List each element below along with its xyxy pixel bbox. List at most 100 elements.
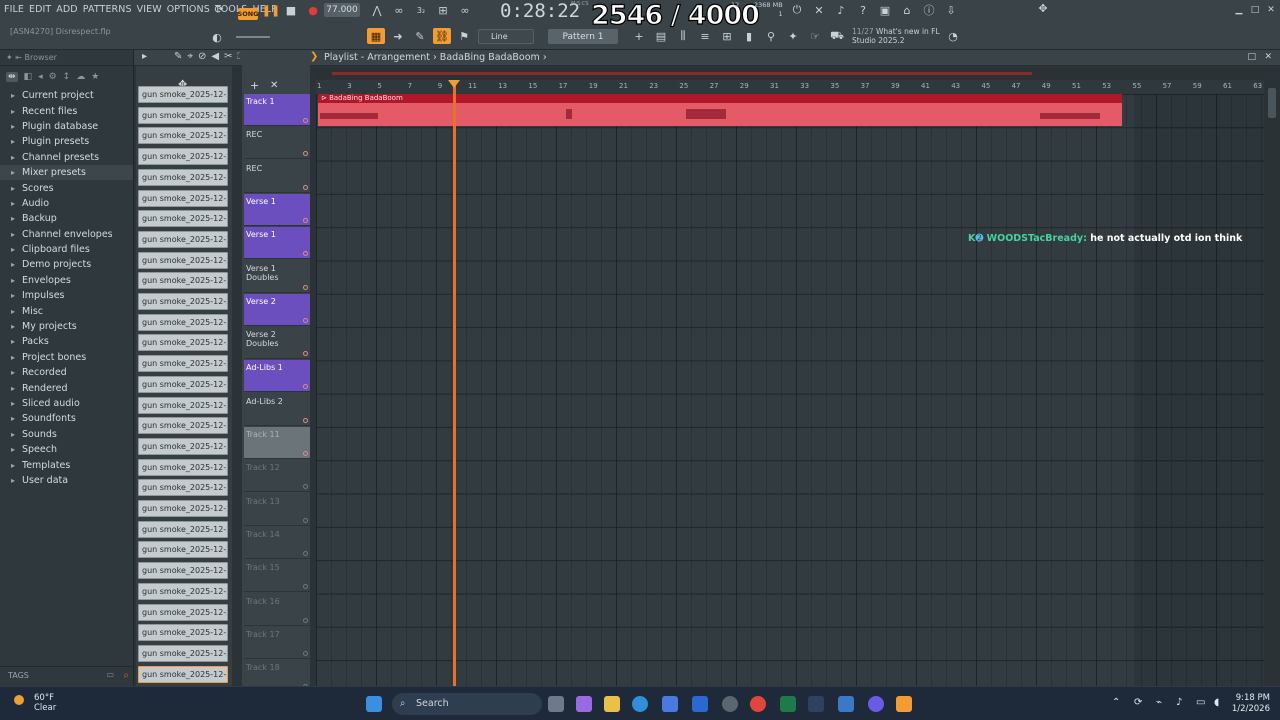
browser-item[interactable]: ▸ Channel envelopes (0, 227, 133, 242)
tray-network-icon[interactable]: ⌁ (1156, 697, 1162, 708)
cart-icon[interactable]: ⛟ (828, 28, 846, 44)
tray-sync-icon[interactable]: ⟳ (1134, 697, 1142, 708)
channel-button[interactable]: gun smoke_2025-12-29... (138, 396, 228, 414)
channel-button[interactable]: gun smoke_2025-12-29... (138, 541, 228, 559)
track-header[interactable]: Ad-Libs 1 (244, 360, 310, 393)
browser-item[interactable]: ▸ Sounds (0, 427, 133, 442)
help-icon[interactable]: ? (854, 2, 872, 18)
browser-gear-icon[interactable]: ⚙ (49, 72, 57, 82)
track-header[interactable]: Verse 1 Doubles (244, 261, 310, 293)
browser-item[interactable]: ▸ Envelopes (0, 273, 133, 288)
blend-icon[interactable]: ⊞ (434, 2, 452, 18)
track-header[interactable]: Track 11 (244, 427, 310, 459)
channel-button[interactable]: gun smoke_2025-12-29... (138, 375, 228, 393)
channel-button[interactable]: gun smoke_2025-12-29... (138, 334, 228, 352)
track-header[interactable]: Track 16 (244, 594, 310, 626)
track-mute-icon[interactable] (303, 184, 308, 190)
menu-patterns[interactable]: PATTERNS (83, 4, 132, 15)
touch-icon[interactable]: ☞ (806, 28, 824, 44)
channel-button[interactable]: gun smoke_2025-12-29... (138, 417, 228, 435)
channel-button[interactable]: gun smoke_2025-12-29... (138, 500, 228, 517)
track-mute-icon[interactable] (303, 451, 308, 456)
browser-item[interactable]: ▸ Templates (0, 457, 133, 472)
stamp-icon[interactable]: ⚑ (455, 28, 473, 44)
tools-icon[interactable]: ✕ (810, 2, 828, 18)
playlist-scroll-overview[interactable] (316, 68, 1264, 80)
playlist-maximize-icon[interactable]: □ (1247, 52, 1256, 62)
edge-icon[interactable] (632, 696, 648, 712)
tray-chevron-icon[interactable]: ⌃ (1112, 697, 1120, 708)
settings-icon[interactable] (722, 696, 738, 712)
power-icon[interactable]: ⏻ (788, 2, 806, 18)
browser-item[interactable]: ▸ Backup (0, 211, 133, 226)
track-header[interactable]: Track 17 (244, 627, 310, 659)
channel-button[interactable]: gun smoke_2025-12-29... (138, 603, 228, 621)
channel-button[interactable]: gun smoke_2025-12-29... (138, 562, 228, 580)
playhead[interactable] (453, 80, 456, 686)
track-header[interactable]: Track 13 (244, 494, 310, 526)
copilot-icon[interactable] (576, 696, 592, 712)
browser-item[interactable]: ▸ Audio (0, 196, 133, 211)
playlist-grid[interactable] (316, 94, 1264, 686)
tray-mic-icon[interactable]: ♪ (1176, 697, 1182, 708)
track-mute-icon[interactable] (303, 317, 308, 323)
download-icon[interactable]: ⇩ (942, 2, 960, 18)
track-header[interactable]: Track 14 (244, 527, 310, 559)
song-mode-button[interactable]: SONG (238, 8, 259, 20)
track-mute-icon[interactable] (303, 650, 308, 656)
track-header[interactable]: Track 1 (244, 94, 310, 126)
browser-item[interactable]: ▸ Mixer presets (0, 164, 133, 181)
weather-widget[interactable]: 60°F Clear (14, 693, 56, 713)
channel-button[interactable]: gun smoke_2025-12-29... (138, 644, 228, 662)
track-mute-icon[interactable] (303, 417, 308, 423)
browser-item[interactable]: ▸ Packs (0, 334, 133, 349)
browser-item[interactable]: ▸ Rendered (0, 380, 133, 395)
pause-icon[interactable]: ❚❚ (262, 2, 280, 18)
outlook-icon[interactable] (692, 696, 708, 712)
browser-item[interactable]: ▸ Clipboard files (0, 242, 133, 257)
record-icon[interactable]: ● (304, 2, 322, 18)
channel-button[interactable]: gun smoke_2025-12-29... (138, 230, 228, 248)
snap-select[interactable]: Line (478, 29, 534, 44)
info-icon[interactable]: ⓘ (920, 2, 938, 18)
tags-search-icon[interactable]: ⌕ (123, 670, 129, 681)
track-header[interactable]: REC (244, 127, 310, 160)
arrow-icon[interactable]: ➜ (389, 28, 407, 44)
browser-star-icon[interactable]: ★ (91, 72, 99, 82)
browser-item[interactable]: ▸ Sliced audio (0, 396, 133, 411)
steam-icon[interactable] (808, 696, 824, 712)
channel-button[interactable]: gun smoke_2025-12-29... (138, 210, 228, 228)
track-header[interactable]: Verse 2 (244, 293, 310, 326)
channel-button[interactable]: gun smoke_2025-12-29... (138, 437, 228, 455)
task-view-icon[interactable] (548, 696, 564, 712)
browser-item[interactable]: ▸ Speech (0, 442, 133, 457)
countdown-icon[interactable]: 3₂ (412, 2, 430, 18)
track-mute-icon[interactable] (303, 351, 308, 357)
add-track-icon[interactable]: + (250, 79, 259, 92)
track-mute-icon[interactable] (303, 517, 308, 523)
browser-all-icon[interactable]: ⇹ (6, 72, 18, 82)
track-mute-icon[interactable] (303, 284, 308, 290)
channel-button[interactable]: gun smoke_2025-12-29... (138, 582, 228, 600)
grid-icon[interactable]: ⊞ (718, 28, 736, 44)
mic-icon[interactable]: ♪ (832, 2, 850, 18)
wand-icon[interactable]: ✦ (784, 28, 802, 44)
channel-button[interactable]: gun smoke_2025-12-29... (138, 665, 228, 683)
track-mute-icon[interactable] (303, 484, 308, 490)
chrome-icon[interactable] (750, 696, 766, 712)
track-mute-icon[interactable] (303, 251, 308, 257)
browser-item[interactable]: ▸ Recent files (0, 103, 133, 118)
browser-sort-icon[interactable]: ↕ (63, 72, 71, 82)
add-pattern-icon[interactable]: + (630, 28, 648, 44)
browser-item[interactable]: ▸ Current project (0, 88, 133, 103)
browser-back-icon[interactable]: ◂ (38, 72, 43, 82)
menu-file[interactable]: FILE (4, 4, 24, 15)
browser-item[interactable]: ▸ Soundfonts (0, 411, 133, 426)
channel-button[interactable]: gun smoke_2025-12-29... (138, 293, 228, 310)
channel-button[interactable]: gun smoke_2025-12-29... (138, 313, 228, 331)
menu-add[interactable]: ADD (56, 4, 77, 15)
track-header[interactable]: Track 12 (244, 460, 310, 493)
tray-volume-icon[interactable]: ◖ (1214, 697, 1219, 708)
start-icon[interactable] (366, 696, 382, 712)
channel-button[interactable]: gun smoke_2025-12-29... (138, 106, 228, 124)
